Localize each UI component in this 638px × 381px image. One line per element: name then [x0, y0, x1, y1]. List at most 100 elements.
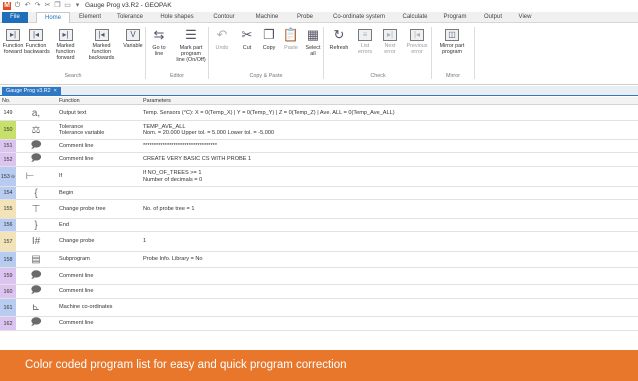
function-backwards-button[interactable]: |◂ Function backwards — [24, 27, 50, 55]
cut-icon: ✂ — [241, 27, 253, 42]
change-probe-tree-icon: ⊤ — [31, 203, 41, 215]
power-icon[interactable]: ⏻ — [14, 2, 21, 9]
cut-button[interactable]: ✂ Cut — [236, 27, 258, 51]
subprogram-icon: ▤ — [31, 254, 41, 265]
logo-icon[interactable]: M — [3, 1, 11, 10]
change-probe-icon: I# — [31, 236, 41, 247]
table-row[interactable]: 150 ⚖ Tolerance Tolerance variable TEMP_AVE_… — [0, 121, 638, 140]
tab-program[interactable]: Program — [436, 12, 474, 23]
paste-button[interactable]: 📋 Paste — [280, 27, 302, 51]
row-number: 157 — [0, 232, 16, 251]
table-row[interactable]: 154 {Begin — [0, 187, 638, 200]
dropdown-icon[interactable]: ▾ — [74, 2, 81, 9]
table-row[interactable]: 157 I# Change probe 1 — [0, 232, 638, 252]
table-row[interactable]: 151 🗩 Comment line ************************… — [0, 140, 638, 153]
refresh-button[interactable]: ↻ Refresh — [325, 27, 353, 51]
function-name: Tolerance variable — [59, 130, 105, 136]
tolerance-variable-icon: ⚖ — [31, 124, 41, 136]
redo-icon[interactable]: ↷ — [34, 2, 41, 9]
title-bar: M ⏻ ↶ ↷ ✂ ❐ ▭ ▾ Gauge Prog v3.R2 - GEOPAK — [0, 0, 638, 11]
undo-icon[interactable]: ↶ — [24, 2, 31, 9]
comment-icon: 🗩 — [30, 153, 42, 164]
document-tab[interactable]: Gauge Prog v3.R2 × — [2, 87, 61, 96]
select-all-button[interactable]: ▦ Select all — [302, 27, 324, 57]
function-name: End — [59, 221, 69, 228]
row-number: 161 — [0, 299, 16, 316]
undo-icon: ↶ — [216, 27, 228, 42]
function-cell: Change probe — [59, 232, 94, 251]
column-header-parameters[interactable]: Parameters — [143, 97, 171, 105]
tab-view[interactable]: View — [513, 12, 537, 23]
go-to-line-button[interactable]: ⇆ Go to line — [147, 27, 171, 57]
row-number: 149 — [0, 106, 16, 120]
ribbon-group-divider — [431, 27, 432, 79]
tab-tolerance[interactable]: Tolerance — [110, 12, 150, 23]
table-header: No. Function Parameters — [0, 97, 638, 105]
ribbon-group-label: Editor — [169, 73, 185, 79]
close-icon[interactable]: × — [54, 88, 57, 94]
button-label: Cut — [242, 45, 252, 51]
table-row[interactable]: 153 ⊢ If If NO_OF_TREES >= 1Number of decim… — [0, 167, 638, 187]
row-number: 162 — [0, 317, 16, 330]
tab-machine[interactable]: Machine — [246, 12, 288, 23]
column-header-no[interactable]: No. — [2, 97, 10, 105]
tab-calculate[interactable]: Calculate — [396, 12, 434, 23]
function-name: Comment line — [59, 288, 94, 295]
table-row[interactable]: 160 🗩 Comment line — [0, 285, 638, 299]
column-header-function[interactable]: Function — [59, 97, 80, 105]
parameter-value: No. of probe tree = 1 — [143, 205, 195, 212]
parameters-cell: Probe Info. Library = No — [143, 252, 203, 267]
undo-button[interactable]: ↶ Undo — [210, 27, 234, 51]
mirror-part-program-button[interactable]: ◫ Mirror part program — [433, 27, 471, 55]
tab-co-ordinate-system[interactable]: Co-ordinate system — [324, 12, 394, 23]
previous-error-icon: |◂ — [410, 29, 424, 41]
cut-icon[interactable]: ✂ — [44, 2, 51, 9]
parameters-cell: TEMP_AVE_ALL Nom. = 20.000 Upper tol. = 5… — [143, 121, 274, 139]
function-cell: Begin — [59, 187, 73, 199]
tab-probe[interactable]: Probe — [290, 12, 320, 23]
function-cell: Machine co-ordinates — [59, 299, 112, 316]
function-name: Comment line — [59, 142, 94, 149]
table-row[interactable]: 159 🗩 Comment line — [0, 268, 638, 285]
table-row[interactable]: 162 🗩 Comment line — [0, 317, 638, 331]
tab-hole-shapes[interactable]: Hole shapes — [152, 12, 202, 23]
copy-icon[interactable]: ❐ — [54, 2, 61, 9]
ribbon-group-divider — [208, 27, 209, 79]
comment-icon: 🗩 — [30, 269, 42, 281]
mark-part-program-line-on-off--button[interactable]: ☰ Mark part program line (On/Off) — [172, 27, 210, 63]
table-row[interactable]: 158 ▤ Subprogram Probe Info. Library = No — [0, 252, 638, 268]
table-row[interactable]: 149 a, Output text Temp. Sensors (°C): X = … — [0, 106, 638, 121]
parameters-cell: If NO_OF_TREES >= 1 Number of decimals = … — [143, 167, 202, 186]
function-backwards-icon: |◂ — [29, 29, 43, 41]
button-label: program — [441, 49, 463, 55]
function-cell: If — [59, 167, 62, 186]
tab-file[interactable]: File — [2, 12, 28, 23]
table-row[interactable]: 155 ⊤ Change probe tree No. of probe tree =… — [0, 200, 638, 219]
ribbon-group-divider — [145, 27, 146, 79]
parameters-cell: No. of probe tree = 1 — [143, 200, 194, 218]
marked-function-backwards-button[interactable]: |◂ Marked function backwards — [83, 27, 120, 61]
tab-contour[interactable]: Contour — [204, 12, 244, 23]
table-row[interactable]: 156} End — [0, 219, 638, 232]
function-forward-button[interactable]: ▸| Function forward — [2, 27, 24, 55]
table-row[interactable]: 152 🗩 Comment line CREATE VERY BASIC CS WIT… — [0, 153, 638, 167]
new-icon[interactable]: ▭ — [64, 2, 71, 9]
output-text-icon: a, — [31, 107, 41, 119]
copy-button[interactable]: ❐ Copy — [258, 27, 280, 51]
tab-element[interactable]: Element — [72, 12, 108, 23]
tab-output[interactable]: Output — [475, 12, 511, 23]
list-errors-button[interactable]: ≡ List errors — [353, 27, 377, 55]
button-label: Variable — [123, 43, 143, 49]
function-cell: Output text — [59, 106, 86, 120]
function-name: Output text — [59, 109, 87, 116]
next-error-button[interactable]: ▸| Next error — [378, 27, 402, 55]
marked-function-forward-button[interactable]: ▸| Marked function forward — [48, 27, 83, 61]
table-row[interactable]: 161 ⊾ Machine co-ordinates — [0, 299, 638, 317]
variable-button[interactable]: V Variable — [120, 27, 146, 49]
ribbon-group-divider — [474, 27, 475, 79]
previous-error-button[interactable]: |◂ Previous error — [402, 27, 432, 55]
mark-part-program-line-on-off--icon: ☰ — [185, 27, 197, 42]
function-cell: Change probe tree — [59, 200, 106, 218]
row-number: 158 — [0, 252, 16, 267]
button-label: backwards — [88, 55, 115, 61]
